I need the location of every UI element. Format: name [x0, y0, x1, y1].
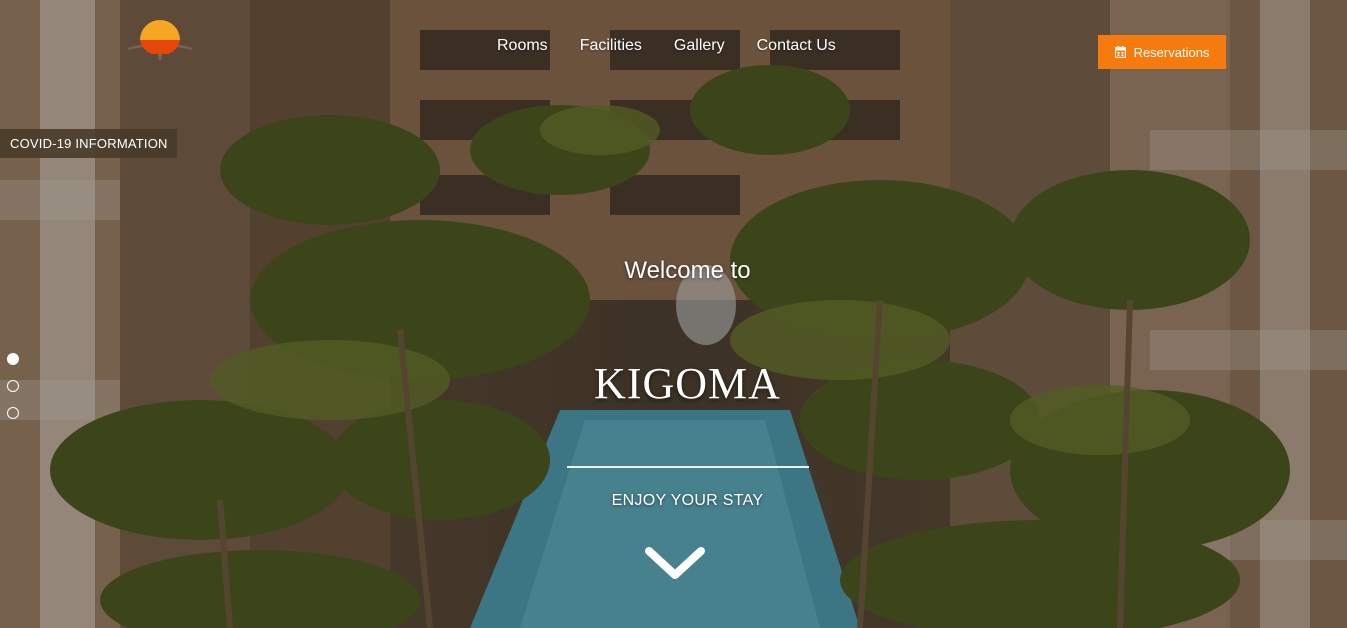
hero-brand-title: KIGOMA [594, 359, 781, 408]
hero-divider [567, 466, 809, 468]
chevron-down-icon[interactable] [643, 543, 707, 583]
hero-welcome-text: Welcome to [624, 257, 751, 284]
nav-link-contact-us[interactable]: Contact Us [741, 37, 852, 55]
nav-link-rooms[interactable]: Rooms [481, 37, 564, 55]
reservations-button[interactable]: Reservations [1098, 35, 1226, 69]
nav-link-gallery[interactable]: Gallery [658, 37, 741, 55]
hero-overlay [0, 0, 1347, 628]
hero-tagline: ENJOY YOUR STAY [611, 492, 764, 509]
main-nav: Rooms Facilities Gallery Contact Us [481, 37, 852, 55]
reservations-label: Reservations [1133, 44, 1210, 60]
calendar-icon [1114, 46, 1126, 58]
sun-logo-icon[interactable] [128, 10, 192, 60]
nav-link-facilities[interactable]: Facilities [564, 37, 658, 55]
hero-section [0, 0, 1347, 628]
covid-info-tab[interactable]: COVID-19 INFORMATION [0, 129, 177, 158]
